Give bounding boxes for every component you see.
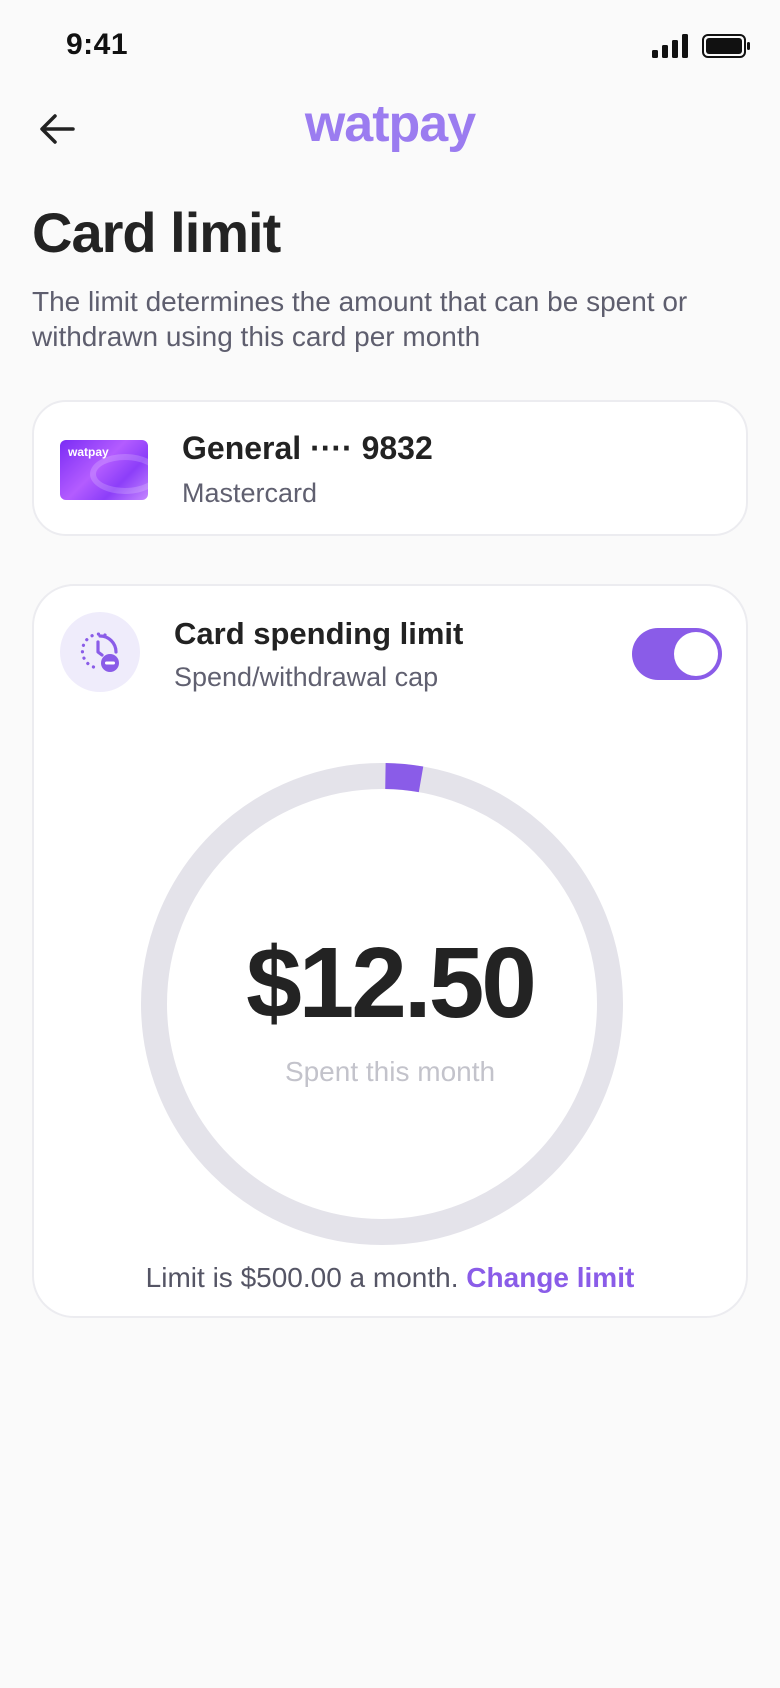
- amount-spent: $12.50: [246, 927, 537, 1039]
- ring-progress: [385, 763, 424, 793]
- page-title: Card limit: [32, 201, 281, 264]
- page-description: The limit determines the amount that can…: [32, 286, 688, 352]
- brand-logo: watpay: [304, 95, 476, 153]
- card-selector[interactable]: watpay General ···· 9832 Mastercard: [32, 400, 748, 536]
- limit-icon-badge: [60, 612, 140, 692]
- card-thumbnail-pattern: [90, 454, 148, 494]
- spending-limit-card: Card spending limit Spend/withdrawal cap…: [32, 584, 748, 1318]
- card-name: General ···· 9832: [182, 430, 433, 466]
- card-thumbnail-logo: watpay: [68, 445, 109, 459]
- signal-icon: [652, 34, 688, 58]
- timer-minus-icon: [80, 632, 119, 672]
- limit-toggle[interactable]: [632, 628, 722, 680]
- battery-icon: [702, 34, 750, 58]
- status-time: 9:41: [66, 28, 129, 61]
- limit-text: Limit is $500.00 a month.: [145, 1262, 459, 1293]
- change-limit-link[interactable]: Change limit: [466, 1262, 634, 1293]
- header: watpay: [0, 92, 780, 166]
- amount-caption: Spent this month: [284, 1056, 496, 1087]
- card-thumbnail: watpay: [60, 440, 148, 500]
- card-type: Mastercard: [182, 478, 318, 508]
- limit-subtitle: Spend/withdrawal cap: [174, 662, 439, 692]
- limit-footer: Limit is $500.00 a month. Change limit: [34, 1262, 746, 1294]
- limit-title: Card spending limit: [174, 616, 464, 651]
- status-bar: 9:41: [0, 0, 780, 92]
- toggle-knob: [674, 632, 718, 676]
